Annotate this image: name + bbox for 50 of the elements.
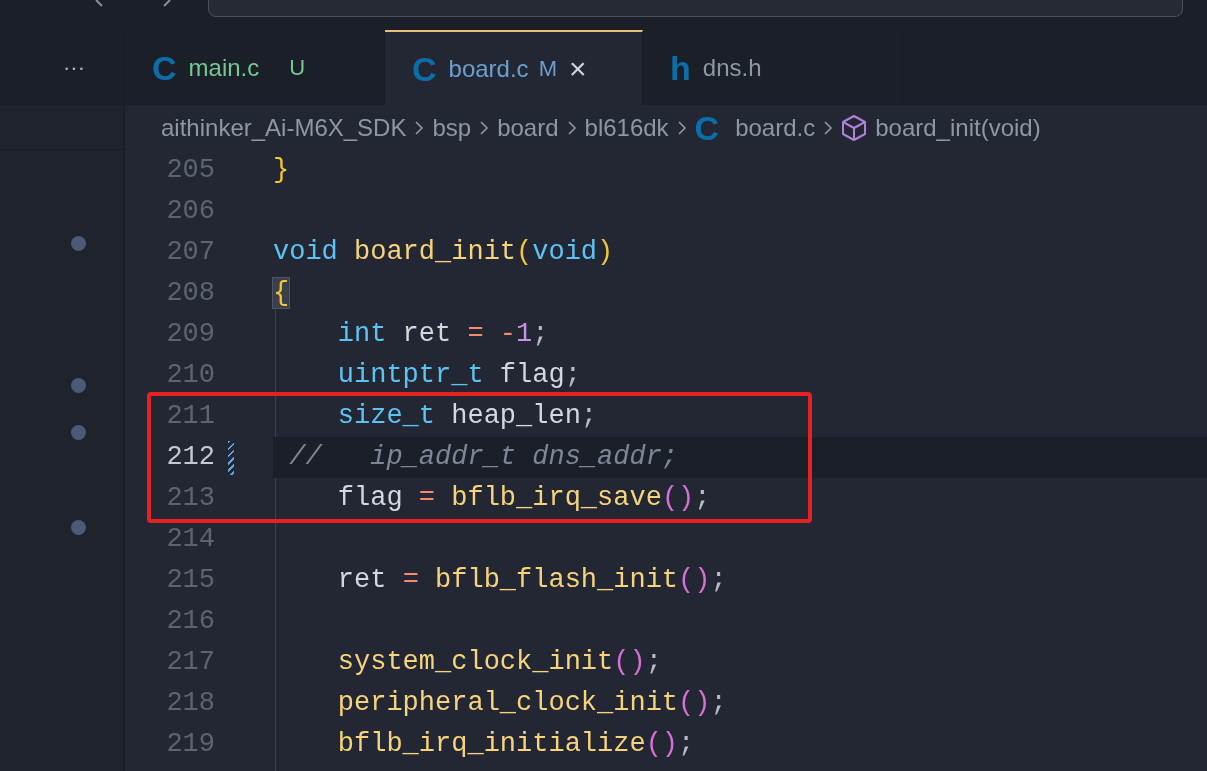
breadcrumb-item[interactable]: bl616dk [584, 109, 669, 146]
breadcrumb-item[interactable]: bsp [432, 109, 472, 146]
code-line: uintptr_t flag; [336, 359, 581, 393]
code-line: ret = bflb_flash_init(); [336, 564, 727, 598]
line-number: 216 [165, 605, 215, 639]
tab-label[interactable]: board.c [448, 50, 529, 87]
code-line: bflb_irq_initialize(); [336, 728, 695, 762]
line-number: 212 [165, 441, 215, 475]
tab-label[interactable]: main.c [188, 49, 260, 86]
line-number: 211 [165, 400, 215, 434]
line-number: 219 [165, 728, 215, 762]
line-number: 217 [165, 646, 215, 680]
chevron-icon [823, 119, 834, 136]
line-number: 215 [165, 564, 215, 598]
file-type-icon: C [412, 51, 437, 86]
code-line: int ret = -1; [336, 318, 549, 352]
code-line: flag = bflb_irq_save(); [336, 482, 711, 516]
chevron-icon [676, 119, 687, 136]
c-file-icon: C [694, 110, 720, 145]
chevron-icon [479, 119, 490, 136]
line-number: 207 [165, 236, 215, 270]
code-line: void board_init(void) [273, 236, 614, 270]
chevron-icon [414, 119, 425, 136]
more-actions-button[interactable]: ··· [63, 51, 85, 84]
file-type-icon: h [670, 50, 691, 85]
code-line: system_clock_init(); [336, 646, 662, 680]
code-line: peripheral_clock_init(); [336, 687, 727, 721]
close-button[interactable]: × [568, 53, 587, 84]
editor-tab[interactable]: C board.c M × [385, 30, 643, 105]
code-line: size_t heap_len; [336, 400, 598, 434]
code-line: } [273, 154, 290, 188]
tab-label[interactable]: dns.h [702, 49, 762, 86]
breadcrumb-item[interactable]: board [497, 109, 559, 146]
line-number: 205 [165, 154, 215, 188]
breadcrumb-item[interactable]: aithinker_Ai-M6X_SDK [161, 109, 407, 146]
line-number: 210 [165, 359, 215, 393]
breadcrumb-item[interactable]: board_init(void) [875, 109, 1041, 146]
line-number: 208 [165, 277, 215, 311]
cube-icon [841, 113, 868, 142]
git-status: M [538, 55, 557, 83]
line-number: 214 [165, 523, 215, 557]
chevron-icon [566, 119, 577, 136]
line-number: 206 [165, 195, 215, 229]
line-number: 209 [165, 318, 215, 352]
file-type-icon: C [152, 50, 177, 85]
breadcrumb-item[interactable]: board.c [735, 109, 816, 146]
line-number: 213 [165, 482, 215, 516]
git-status: U [289, 54, 306, 82]
code-line: // ip_addr_t dns_addr; [288, 441, 679, 475]
line-number: 218 [165, 687, 215, 721]
